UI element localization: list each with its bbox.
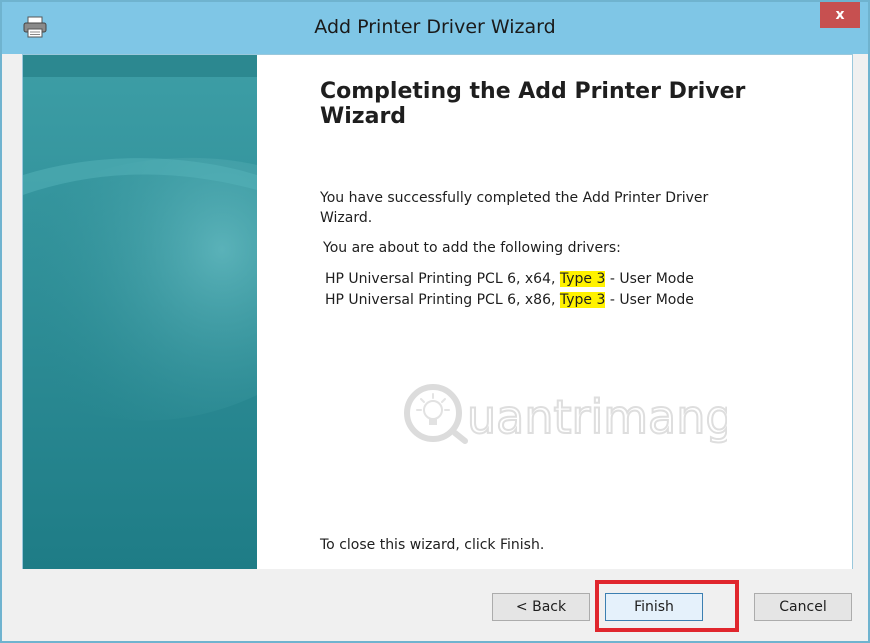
cancel-button[interactable]: Cancel bbox=[754, 593, 852, 621]
wizard-window: Add Printer Driver Wizard x Completing t… bbox=[0, 0, 870, 643]
title-bar[interactable]: Add Printer Driver Wizard x bbox=[2, 2, 868, 54]
driver-item: HP Universal Printing PCL 6, x86, Type 3… bbox=[325, 290, 694, 310]
close-button[interactable]: x bbox=[820, 2, 860, 28]
success-text-line-2: Wizard. bbox=[320, 210, 373, 226]
watermark-text: uantrimang bbox=[467, 390, 727, 444]
wizard-side-banner bbox=[23, 55, 257, 570]
driver-mode: - User Mode bbox=[605, 271, 694, 287]
page-title: Completing the Add Printer Driver Wizard bbox=[320, 79, 746, 129]
drivers-intro: You are about to add the following drive… bbox=[323, 240, 621, 256]
window-title: Add Printer Driver Wizard bbox=[314, 16, 556, 38]
success-text-line-1: You have successfully completed the Add … bbox=[320, 190, 709, 206]
wizard-client-area: Completing the Add Printer Driver Wizard… bbox=[22, 54, 853, 571]
watermark: uantrimang bbox=[397, 377, 736, 447]
wizard-content: Completing the Add Printer Driver Wizard… bbox=[320, 55, 840, 570]
driver-mode: - User Mode bbox=[605, 292, 694, 308]
close-instructions: To close this wizard, click Finish. bbox=[320, 537, 545, 553]
driver-type-highlight: Type 3 bbox=[559, 292, 606, 308]
wizard-button-bar: < Back Finish Cancel bbox=[2, 569, 868, 641]
driver-name: HP Universal Printing PCL 6, x64, bbox=[325, 271, 560, 287]
banner-graphic bbox=[23, 55, 257, 570]
driver-name: HP Universal Printing PCL 6, x86, bbox=[325, 292, 560, 308]
watermark-logo: uantrimang bbox=[404, 384, 736, 445]
close-icon: x bbox=[835, 7, 845, 23]
back-button[interactable]: < Back bbox=[492, 593, 590, 621]
finish-highlight-box bbox=[595, 580, 739, 632]
driver-item: HP Universal Printing PCL 6, x64, Type 3… bbox=[325, 269, 694, 289]
driver-type-highlight: Type 3 bbox=[559, 271, 606, 287]
